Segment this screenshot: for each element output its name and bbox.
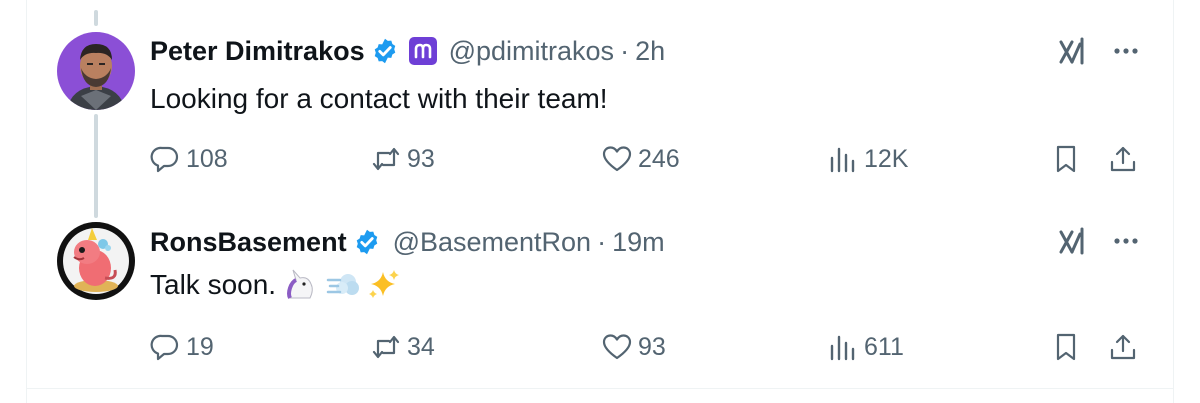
repost-button[interactable]: 34 [371,332,435,362]
separator-dot: · [597,227,607,257]
share-button[interactable] [1108,332,1138,362]
bookmark-button[interactable] [1051,144,1081,174]
bookmark-button[interactable] [1051,332,1081,362]
reply-button[interactable]: 19 [150,332,214,362]
tweet-header: RonsBasement @BasementRon · 19m [150,226,665,258]
like-button[interactable]: 246 [602,144,680,174]
like-count: 93 [638,333,666,361]
unicorn-emoji [284,268,318,300]
reply-count: 19 [186,333,214,361]
views-button[interactable]: 611 [828,332,904,362]
like-icon [602,146,632,172]
view-count: 12K [864,145,909,173]
repost-count: 93 [407,145,435,173]
grok-icon[interactable] [1058,226,1088,256]
repost-button[interactable]: 93 [371,144,435,174]
like-icon [602,334,632,360]
view-count: 611 [864,333,904,361]
bookmark-icon [1056,145,1076,173]
tweet-header: Peter Dimitrakos @pdimitrakos · 2h [150,35,665,67]
handle[interactable]: @BasementRon [393,226,592,258]
reply-icon [150,334,179,361]
dash-emoji [326,268,360,300]
reply-button[interactable]: 108 [150,144,228,174]
views-icon [830,147,855,173]
display-name[interactable]: RonsBasement [150,226,347,258]
tweet-text-content: Talk soon. [150,269,284,300]
sparkles-emoji [367,268,401,300]
reply-count: 108 [186,145,228,173]
display-name[interactable]: Peter Dimitrakos [150,35,365,67]
timeline-border-left [26,0,27,403]
thread-connector-top [94,10,98,26]
like-button[interactable]: 93 [602,332,666,362]
views-button[interactable]: 12K [828,144,908,174]
timestamp[interactable]: 19m [612,226,665,258]
share-icon [1110,146,1136,172]
avatar[interactable] [57,32,135,110]
bookmark-icon [1056,333,1076,361]
repost-count: 34 [407,333,435,361]
share-icon [1110,334,1136,360]
share-button[interactable] [1108,144,1138,174]
avatar[interactable] [57,222,135,300]
repost-icon [372,147,400,171]
reply-icon [150,146,179,173]
verified-icon[interactable] [353,228,381,256]
tweet-text: Looking for a contact with their team! [150,83,608,114]
handle[interactable]: @pdimitrakos [449,35,614,67]
separator-dot: · [620,36,630,66]
grok-icon[interactable] [1058,36,1088,66]
timeline-divider [26,388,1174,389]
more-icon[interactable] [1112,226,1140,256]
repost-icon [372,335,400,359]
thread-connector [94,114,98,218]
affiliation-badge-icon[interactable] [408,37,437,65]
verified-icon[interactable] [371,37,399,65]
more-icon[interactable] [1112,36,1140,66]
tweet-text: Talk soon. [150,268,401,302]
timeline-border-right [1173,0,1174,403]
timestamp[interactable]: 2h [635,35,665,67]
views-icon [830,335,855,361]
like-count: 246 [638,145,680,173]
